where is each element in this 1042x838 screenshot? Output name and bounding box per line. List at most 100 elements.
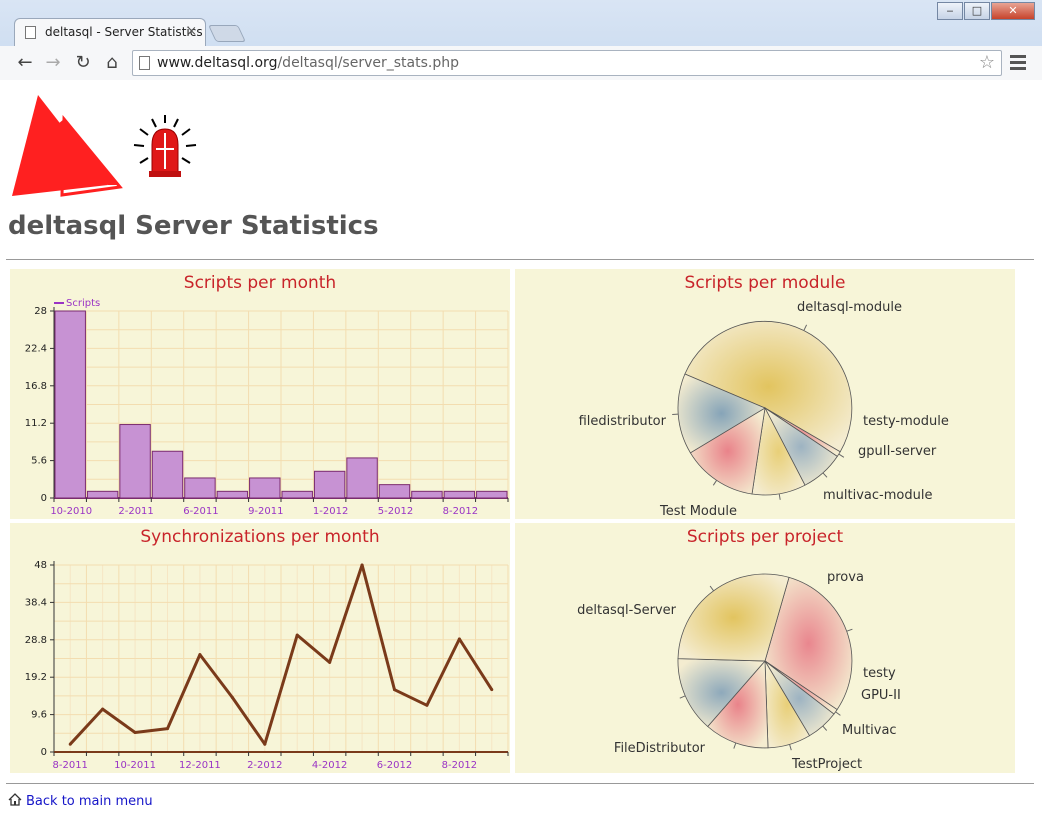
slice-label: deltasql-module <box>797 300 902 315</box>
x-tick-label: 1-2012 <box>313 506 348 517</box>
browser-toolbar: ← → ↻ ⌂ www.deltasql.org/deltasql/server… <box>0 46 1042 80</box>
chart-title: Synchronizations per month <box>140 527 380 547</box>
label-leader <box>835 711 841 716</box>
data-point <box>68 742 72 746</box>
x-tick-label: 2-2012 <box>247 760 282 771</box>
back-icon[interactable]: ← <box>14 52 36 74</box>
y-tick-label: 16.8 <box>25 381 47 392</box>
label-leader <box>822 472 828 478</box>
page-title: deltasql Server Statistics <box>8 211 379 241</box>
synchronizations-per-month-panel: 0 9.6 19.2 28.8 38.4 48 8-2011 10-2011 12-2011 2-… <box>10 523 510 773</box>
label-leader <box>679 695 686 699</box>
data-point <box>393 688 396 692</box>
maximize-button[interactable]: □ <box>964 2 990 20</box>
label-leader <box>712 480 718 486</box>
x-tick-label: 4-2012 <box>312 760 347 771</box>
browser-tab[interactable]: deltasql - Server Statistics × <box>14 18 206 46</box>
slice-label: testy-module <box>863 414 949 429</box>
bar <box>346 457 378 499</box>
browser-chrome: deltasql - Server Statistics × ‒ □ ✕ ← →… <box>0 0 1042 80</box>
y-tick-label: 28.8 <box>25 635 47 646</box>
data-point <box>133 731 137 735</box>
tab-close-icon[interactable]: × <box>186 19 197 45</box>
divider <box>6 783 1034 784</box>
url-host: www.deltasql.org <box>157 55 278 71</box>
divider <box>6 259 1034 260</box>
slice-label: TestProject <box>791 757 862 772</box>
bar <box>184 477 216 499</box>
url-path: /deltasql/server_stats.php <box>277 55 459 71</box>
x-tick-label: 9-2011 <box>248 506 283 517</box>
x-tick-label: 8-2012 <box>442 760 477 771</box>
x-tick-label: 10-2010 <box>50 506 92 517</box>
x-tick-label: 8-2012 <box>443 506 478 517</box>
address-bar[interactable]: www.deltasql.org/deltasql/server_stats.p… <box>132 50 1002 76</box>
forward-icon[interactable]: → <box>42 52 64 74</box>
chrome-menu-icon[interactable] <box>1010 52 1026 72</box>
data-point <box>230 695 234 699</box>
data-point <box>425 703 429 707</box>
y-tick-label: 38.4 <box>25 597 47 608</box>
tab-title: deltasql - Server Statistics <box>45 25 203 39</box>
data-point <box>490 688 494 692</box>
bar <box>151 450 184 499</box>
data-point <box>166 727 169 731</box>
slice-label: FileDistributor <box>614 741 706 756</box>
y-tick-label: 22.4 <box>25 343 47 354</box>
chart-title: Scripts per month <box>183 273 337 293</box>
siren-icon <box>133 115 197 177</box>
label-leader <box>846 628 853 632</box>
y-tick-label: 9.6 <box>31 710 47 721</box>
data-point <box>198 653 202 657</box>
slice-label: deltasql-Server <box>577 603 677 618</box>
chart-title: Scripts per module <box>684 273 846 293</box>
y-tick-label: 11.2 <box>25 418 47 429</box>
y-tick-label: 0 <box>41 493 47 504</box>
x-tick-label: 12-2011 <box>179 760 221 771</box>
page-content: deltasql Server Statistics 0 5.6 11.2 16.8 2… <box>0 81 1042 838</box>
data-point <box>360 563 364 567</box>
x-tick-label: 6-2011 <box>183 506 218 517</box>
data-point <box>263 742 267 746</box>
bar <box>443 490 476 499</box>
page-favicon <box>25 26 36 39</box>
bar <box>313 470 346 499</box>
scripts-per-module-panel: deltasql-module testy-module gpuII-server m… <box>515 269 1015 519</box>
scripts-per-month-panel: 0 5.6 11.2 16.8 22.4 28 10-2010 2-2011 6-2011 9-2… <box>10 269 510 519</box>
legend-label: Scripts <box>66 298 100 309</box>
slice-label: prova <box>827 570 864 585</box>
bar <box>281 490 313 499</box>
label-leader <box>709 585 715 592</box>
x-tick-label: 8-2011 <box>53 760 88 771</box>
y-tick-label: 5.6 <box>31 456 47 467</box>
bar <box>411 490 443 499</box>
y-tick-label: 48 <box>34 560 47 571</box>
bar <box>476 490 508 499</box>
bar <box>216 490 249 499</box>
x-tick-label: 2-2011 <box>118 506 153 517</box>
bar <box>119 424 151 499</box>
deltasql-logo <box>12 95 123 197</box>
scripts-per-project-panel: prova testy GPU-II Multivac TestProject FileD… <box>515 523 1015 773</box>
slice-label: Multivac <box>842 723 897 738</box>
home-icon[interactable]: ⌂ <box>101 52 123 74</box>
slice-label: GPU-II <box>861 688 901 703</box>
x-tick-label: 5-2012 <box>378 506 413 517</box>
close-window-button[interactable]: ✕ <box>991 2 1035 20</box>
y-tick-label: 0 <box>41 747 47 758</box>
minimize-button[interactable]: ‒ <box>937 2 963 20</box>
bar <box>249 477 281 499</box>
bar <box>54 310 86 499</box>
label-leader <box>789 744 792 751</box>
label-leader <box>822 725 828 731</box>
slice-label: multivac-module <box>823 488 932 503</box>
bookmark-star-icon[interactable]: ☆ <box>979 51 995 75</box>
reload-icon[interactable]: ↻ <box>72 52 94 74</box>
back-to-main-menu-link[interactable]: Back to main menu <box>8 793 153 809</box>
label-leader <box>838 453 845 458</box>
y-tick-label: 19.2 <box>25 672 47 683</box>
home-icon <box>8 793 22 806</box>
label-leader <box>803 324 808 331</box>
new-tab-button[interactable] <box>208 25 246 42</box>
data-point <box>328 660 332 664</box>
